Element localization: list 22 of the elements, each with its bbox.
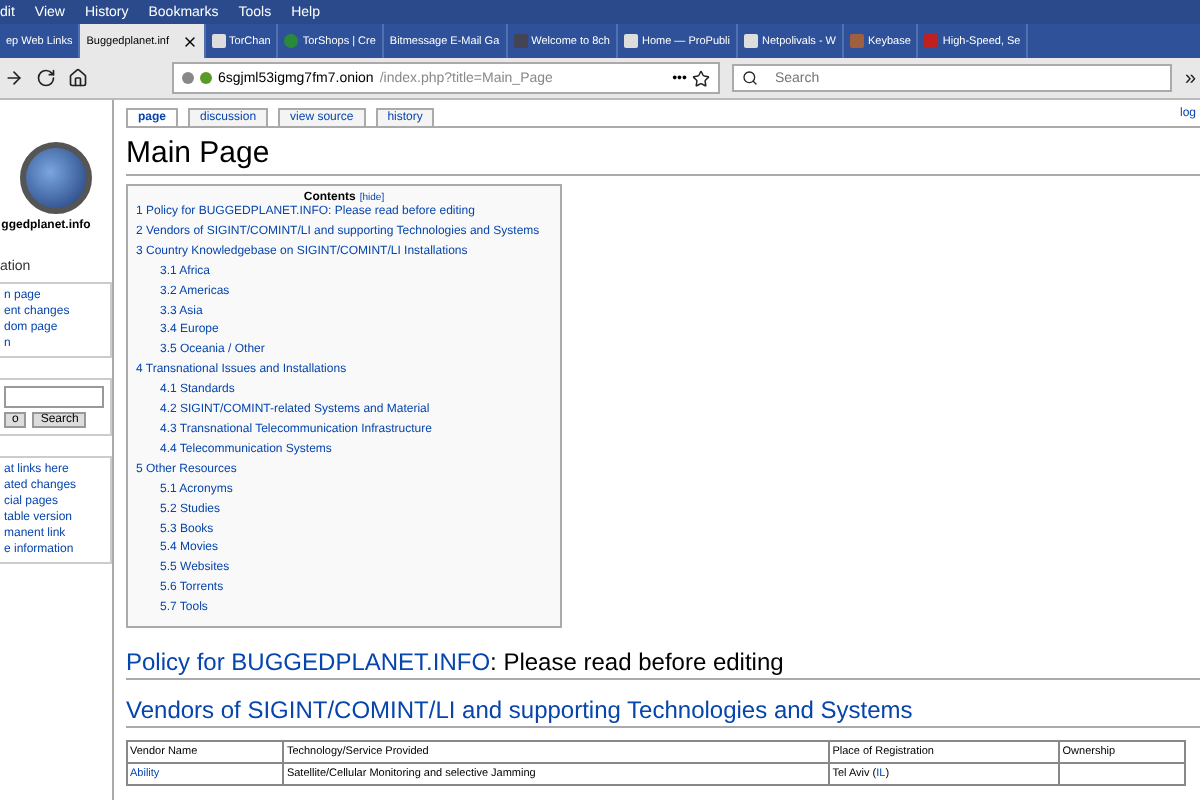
page-title: Main Page bbox=[126, 126, 1200, 176]
forward-icon[interactable] bbox=[4, 68, 24, 88]
favicon-icon bbox=[623, 34, 638, 48]
search-icon bbox=[742, 70, 759, 86]
favicon-icon bbox=[744, 34, 759, 48]
home-icon[interactable] bbox=[68, 68, 88, 88]
heading-link[interactable]: Policy for BUGGEDPLANET.INFO bbox=[126, 648, 491, 677]
reload-icon[interactable] bbox=[36, 68, 56, 88]
favicon-icon bbox=[284, 34, 299, 48]
favicon-icon bbox=[513, 34, 528, 48]
toolbar-overflow[interactable]: » bbox=[1184, 67, 1196, 89]
section-heading: Policy for BUGGEDPLANET.INFO: Please read before editing bbox=[126, 648, 1200, 681]
favicon-icon bbox=[211, 34, 226, 48]
favicon-icon bbox=[924, 34, 939, 48]
info-icon bbox=[182, 72, 194, 84]
wiki-search-field[interactable] bbox=[4, 386, 104, 408]
close-icon[interactable] bbox=[181, 33, 198, 49]
onion-icon bbox=[200, 72, 212, 84]
section-heading: Vendors of SIGINT/COMINT/LI and supporting Technologies and Systems bbox=[126, 696, 1200, 729]
globe-icon bbox=[20, 142, 92, 214]
bookmark-star-icon[interactable] bbox=[692, 69, 711, 87]
favicon-icon bbox=[850, 34, 864, 48]
